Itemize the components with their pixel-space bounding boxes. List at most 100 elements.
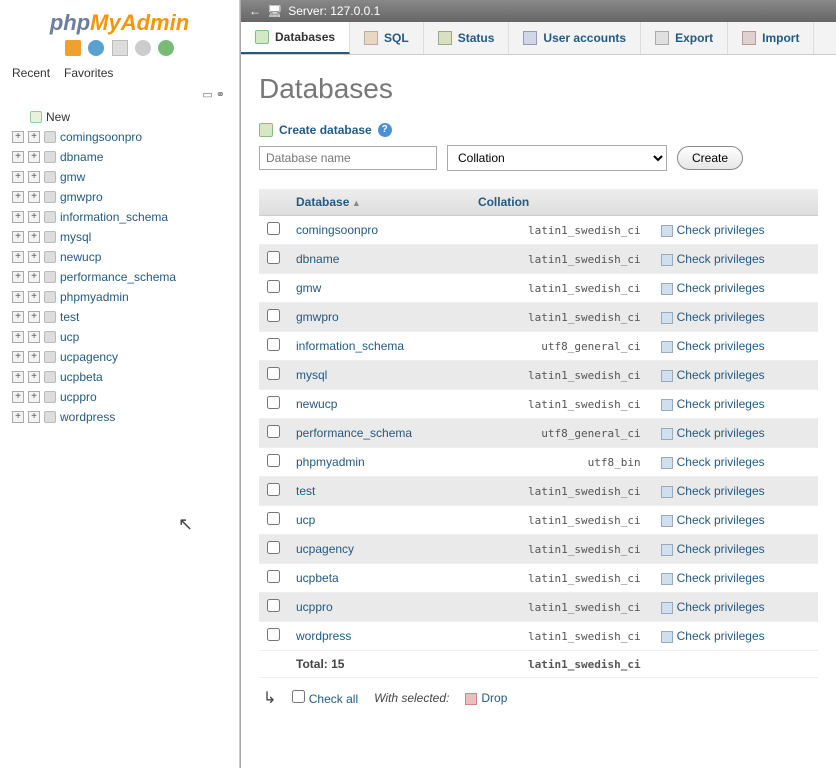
db-link[interactable]: gmwpro (296, 310, 339, 324)
expand-icon[interactable]: + (28, 171, 40, 183)
tree-item-performance_schema[interactable]: ++performance_schema (10, 267, 235, 287)
back-icon[interactable]: ← (249, 4, 261, 18)
tree-item-ucp[interactable]: ++ucp (10, 327, 235, 347)
expand-icon[interactable]: + (12, 251, 24, 263)
recent-tab[interactable]: Recent (12, 66, 50, 80)
db-name-input[interactable] (259, 146, 437, 170)
db-link[interactable]: mysql (296, 368, 327, 382)
tree-item-ucppro[interactable]: ++ucppro (10, 387, 235, 407)
expand-icon[interactable]: + (12, 191, 24, 203)
tab-status[interactable]: Status (424, 22, 510, 54)
expand-icon[interactable]: + (12, 171, 24, 183)
row-checkbox[interactable] (267, 425, 280, 438)
check-privileges-link[interactable]: Check privileges (661, 484, 765, 498)
expand-icon[interactable]: + (28, 391, 40, 403)
db-link[interactable]: ucpagency (296, 542, 354, 556)
tab-export[interactable]: Export (641, 22, 728, 54)
db-link[interactable]: comingsoonpro (296, 223, 378, 237)
tree-item-test[interactable]: ++test (10, 307, 235, 327)
check-privileges-link[interactable]: Check privileges (661, 571, 765, 585)
check-privileges-link[interactable]: Check privileges (661, 252, 765, 266)
expand-icon[interactable]: + (12, 231, 24, 243)
expand-icon[interactable]: + (12, 411, 24, 423)
check-privileges-link[interactable]: Check privileges (661, 629, 765, 643)
col-database[interactable]: Database (288, 189, 470, 216)
expand-icon[interactable]: + (28, 211, 40, 223)
row-checkbox[interactable] (267, 628, 280, 641)
expand-icon[interactable]: + (28, 151, 40, 163)
row-checkbox[interactable] (267, 454, 280, 467)
tree-item-gmwpro[interactable]: ++gmwpro (10, 187, 235, 207)
row-checkbox[interactable] (267, 512, 280, 525)
row-checkbox[interactable] (267, 367, 280, 380)
db-link[interactable]: dbname (296, 252, 339, 266)
check-privileges-link[interactable]: Check privileges (661, 368, 765, 382)
logout-icon[interactable] (88, 40, 104, 56)
db-link[interactable]: wordpress (296, 629, 351, 643)
reload-icon[interactable] (158, 40, 174, 56)
tree-item-ucpbeta[interactable]: ++ucpbeta (10, 367, 235, 387)
db-link[interactable]: ucpbeta (296, 571, 339, 585)
expand-icon[interactable]: + (28, 411, 40, 423)
db-link[interactable]: information_schema (296, 339, 404, 353)
check-privileges-link[interactable]: Check privileges (661, 310, 765, 324)
check-privileges-link[interactable]: Check privileges (661, 426, 765, 440)
row-checkbox[interactable] (267, 309, 280, 322)
db-link[interactable]: newucp (296, 397, 337, 411)
tree-item-dbname[interactable]: ++dbname (10, 147, 235, 167)
expand-icon[interactable]: + (28, 351, 40, 363)
db-link[interactable]: test (296, 484, 315, 498)
expand-icon[interactable]: + (12, 211, 24, 223)
link-icon[interactable]: ⚭ (216, 89, 225, 101)
drop-link[interactable]: Drop (465, 691, 507, 705)
row-checkbox[interactable] (267, 570, 280, 583)
row-checkbox[interactable] (267, 396, 280, 409)
docs-icon[interactable] (112, 40, 128, 56)
col-collation[interactable]: Collation (470, 189, 653, 216)
check-privileges-link[interactable]: Check privileges (661, 455, 765, 469)
expand-icon[interactable]: + (28, 371, 40, 383)
check-privileges-link[interactable]: Check privileges (661, 397, 765, 411)
tree-item-comingsoonpro[interactable]: ++comingsoonpro (10, 127, 235, 147)
check-privileges-link[interactable]: Check privileges (661, 600, 765, 614)
expand-icon[interactable]: + (28, 271, 40, 283)
tree-item-phpmyadmin[interactable]: ++phpmyadmin (10, 287, 235, 307)
tab-databases[interactable]: Databases (241, 22, 350, 54)
favorites-tab[interactable]: Favorites (64, 66, 113, 80)
collation-select[interactable]: Collation (447, 145, 667, 171)
check-all[interactable]: Check all (292, 690, 358, 706)
expand-icon[interactable]: + (12, 371, 24, 383)
expand-icon[interactable]: + (12, 131, 24, 143)
check-privileges-link[interactable]: Check privileges (661, 281, 765, 295)
check-privileges-link[interactable]: Check privileges (661, 339, 765, 353)
home-icon[interactable] (65, 40, 81, 56)
row-checkbox[interactable] (267, 483, 280, 496)
expand-icon[interactable]: + (12, 291, 24, 303)
settings-icon[interactable] (135, 40, 151, 56)
expand-icon[interactable]: + (28, 251, 40, 263)
row-checkbox[interactable] (267, 541, 280, 554)
db-link[interactable]: ucppro (296, 600, 333, 614)
tree-new[interactable]: New (10, 107, 235, 127)
check-all-box[interactable] (292, 690, 305, 703)
phpmyadmin-logo[interactable]: phpMyAdmin (4, 10, 235, 36)
expand-icon[interactable]: + (12, 351, 24, 363)
tab-import[interactable]: Import (728, 22, 814, 54)
check-privileges-link[interactable]: Check privileges (661, 542, 765, 556)
tree-item-gmw[interactable]: ++gmw (10, 167, 235, 187)
row-checkbox[interactable] (267, 280, 280, 293)
row-checkbox[interactable] (267, 599, 280, 612)
expand-icon[interactable]: + (28, 311, 40, 323)
expand-icon[interactable]: + (28, 331, 40, 343)
expand-icon[interactable]: + (12, 391, 24, 403)
tree-item-mysql[interactable]: ++mysql (10, 227, 235, 247)
expand-icon[interactable]: + (28, 231, 40, 243)
tree-item-wordpress[interactable]: ++wordpress (10, 407, 235, 427)
row-checkbox[interactable] (267, 251, 280, 264)
help-icon[interactable]: ? (378, 123, 392, 137)
tab-users[interactable]: User accounts (509, 22, 641, 54)
expand-icon[interactable]: + (12, 331, 24, 343)
create-button[interactable]: Create (677, 146, 743, 170)
expand-icon[interactable]: + (28, 291, 40, 303)
collapse-icon[interactable]: ▭ (202, 89, 212, 101)
